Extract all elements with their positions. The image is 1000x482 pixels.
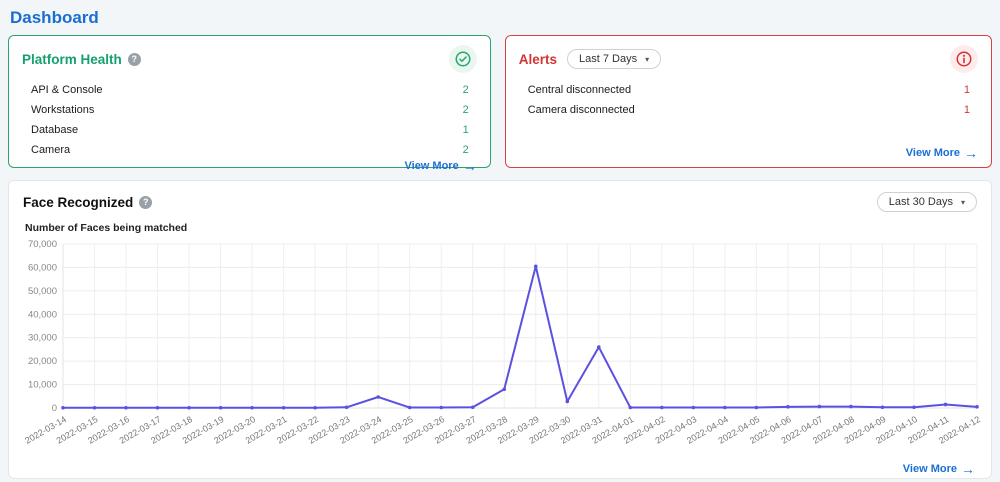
svg-text:60,000: 60,000 — [28, 262, 57, 273]
view-more-label: View More — [906, 147, 960, 159]
alerts-view-more-link[interactable]: View More → — [906, 147, 978, 159]
chevron-down-icon: ▾ — [645, 55, 649, 64]
face-recognized-card: Face Recognized ? Last 30 Days ▾ Number … — [8, 180, 992, 479]
health-item-label: Camera — [31, 144, 70, 156]
health-item-row: Workstations 2 — [22, 100, 477, 120]
platform-health-header: Platform Health ? — [22, 45, 477, 73]
dashboard-page: Dashboard Platform Health ? API & Consol… — [0, 0, 1000, 479]
health-item-row: Camera 2 — [22, 140, 477, 160]
arrow-right-icon: → — [961, 464, 975, 475]
svg-text:30,000: 30,000 — [28, 333, 57, 344]
alerts-period-dropdown[interactable]: Last 7 Days ▾ — [567, 49, 661, 69]
health-status-badge — [449, 45, 477, 73]
alerts-period-value: Last 7 Days — [579, 53, 637, 65]
alerts-card: Alerts Last 7 Days ▾ Central disconnecte… — [505, 35, 992, 168]
face-view-more-link[interactable]: View More → — [903, 463, 975, 475]
health-item-label: Database — [31, 124, 78, 136]
check-circle-icon — [454, 50, 472, 68]
info-circle-icon — [955, 50, 973, 68]
faces-line-chart: 0 10,000 20,000 30,000 40,000 50,000 60,000 70,… — [23, 236, 991, 458]
health-item-label: API & Console — [31, 84, 103, 96]
chart-area: 0 10,000 20,000 30,000 40,000 50,000 60,000 70,… — [23, 236, 977, 463]
health-item-count: 1 — [463, 124, 469, 136]
face-recognized-title: Face Recognized — [23, 195, 133, 210]
alert-item-count: 1 — [964, 84, 970, 96]
svg-text:40,000: 40,000 — [28, 309, 57, 320]
alerts-header: Alerts Last 7 Days ▾ — [519, 45, 978, 73]
face-recognized-footer: View More → — [23, 463, 977, 479]
page-title: Dashboard — [10, 8, 992, 28]
face-recognized-header: Face Recognized ? Last 30 Days ▾ — [23, 192, 977, 212]
svg-text:70,000: 70,000 — [28, 239, 57, 250]
summary-cards-row: Platform Health ? API & Console 2 Workst… — [8, 35, 992, 168]
arrow-right-icon: → — [463, 161, 477, 172]
svg-text:0: 0 — [52, 403, 57, 414]
platform-health-help-icon[interactable]: ? — [128, 53, 141, 66]
face-period-dropdown[interactable]: Last 30 Days ▾ — [877, 192, 977, 212]
alerts-list: Central disconnected 1 Camera disconnect… — [519, 80, 978, 120]
alerts-title: Alerts — [519, 52, 557, 67]
alert-item-label: Camera disconnected — [528, 104, 635, 116]
chevron-down-icon: ▾ — [961, 198, 965, 207]
alert-item-row: Central disconnected 1 — [519, 80, 978, 100]
platform-health-footer: View More → — [22, 160, 477, 172]
alert-item-count: 1 — [964, 104, 970, 116]
health-item-count: 2 — [463, 144, 469, 156]
view-more-label: View More — [903, 463, 957, 475]
alert-item-row: Camera disconnected 1 — [519, 100, 978, 120]
alert-item-label: Central disconnected — [528, 84, 631, 96]
alerts-status-badge — [950, 45, 978, 73]
chart-axis-title: Number of Faces being matched — [25, 222, 977, 234]
svg-text:10,000: 10,000 — [28, 380, 57, 391]
health-item-label: Workstations — [31, 104, 94, 116]
face-recognized-help-icon[interactable]: ? — [139, 196, 152, 209]
health-item-row: Database 1 — [22, 120, 477, 140]
svg-text:20,000: 20,000 — [28, 356, 57, 367]
health-item-count: 2 — [463, 104, 469, 116]
platform-health-list: API & Console 2 Workstations 2 Database … — [22, 80, 477, 160]
alerts-footer: View More → — [519, 147, 978, 159]
view-more-label: View More — [405, 160, 459, 172]
health-view-more-link[interactable]: View More → — [405, 160, 477, 172]
svg-text:50,000: 50,000 — [28, 286, 57, 297]
arrow-right-icon: → — [964, 148, 978, 159]
platform-health-card: Platform Health ? API & Console 2 Workst… — [8, 35, 491, 168]
platform-health-title: Platform Health — [22, 52, 122, 67]
face-period-value: Last 30 Days — [889, 196, 953, 208]
health-item-count: 2 — [463, 84, 469, 96]
health-item-row: API & Console 2 — [22, 80, 477, 100]
